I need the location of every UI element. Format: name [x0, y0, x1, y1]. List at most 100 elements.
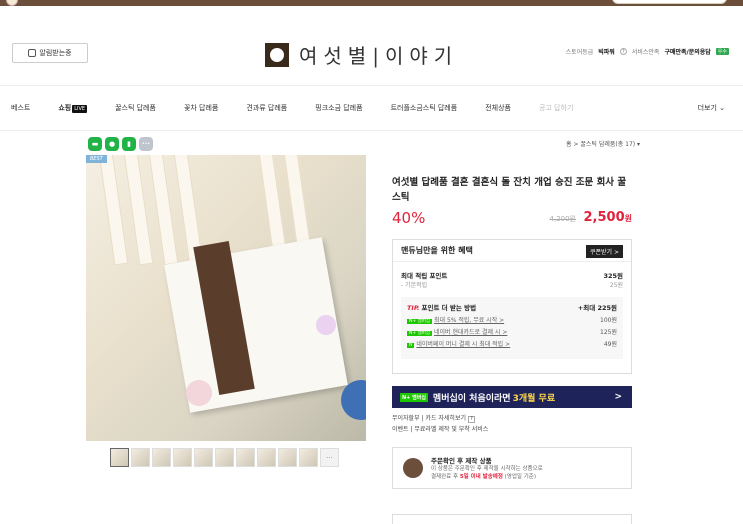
nav-item-all-products[interactable]: 전체상품: [485, 103, 511, 113]
breadcrumb[interactable]: 홈 > 꿀스틱 답례품(총 17) ▾: [566, 139, 640, 148]
more-share-icon[interactable]: ···: [139, 137, 153, 151]
npay-badge: N+ 멤버십: [407, 319, 432, 324]
made-to-order-title: 주문확인 후 제작 상품: [431, 457, 492, 465]
nav-item-nuts[interactable]: 견과류 답례품: [246, 103, 287, 113]
coupon-button[interactable]: 쿠폰받기 >: [585, 245, 623, 258]
thumbnail[interactable]: [215, 448, 234, 467]
nav-item-notice[interactable]: 공고 답하기: [539, 103, 573, 113]
discount-rate: 40%: [392, 209, 426, 227]
tip-line-link[interactable]: 네이버 현대카드로 결제 시 >: [434, 329, 507, 336]
thumbnail[interactable]: [236, 448, 255, 467]
blue-flower-image: [341, 380, 366, 420]
base-points-value: 25원: [609, 282, 623, 289]
thumbnail[interactable]: [299, 448, 318, 467]
desc2-after: (영업일 기준): [504, 474, 536, 480]
tip-label: 포인트 더 받는 방법: [421, 304, 477, 312]
product-info: 여섯별 답례품 결혼 결혼식 돌 잔치 개업 승진 조문 회사 꿀 스틱 40%…: [392, 175, 632, 489]
more-thumbnails-button[interactable]: ···: [320, 448, 339, 467]
store-grade-label: 스토어등급: [565, 49, 594, 56]
brand-name: 여섯별|이야기: [299, 44, 459, 68]
tip-line[interactable]: N+ 멤버십 최대 5% 적립, 무료 시작 > 100원: [407, 315, 617, 324]
npay-badge: N: [407, 343, 415, 348]
tip-line-link[interactable]: 네이버페이 머니 결제 시 최대 적립 >: [416, 341, 510, 348]
pencil-icon: [403, 458, 423, 478]
tip-line-value: 125원: [600, 329, 617, 336]
price-row: 40% 4,200원 2,500원: [392, 209, 632, 231]
next-section-box: [392, 514, 632, 524]
talk-share-icon[interactable]: ▬: [88, 137, 102, 151]
original-price: 4,200원: [549, 215, 576, 223]
pink-flower-image: [186, 380, 212, 406]
band-share-icon[interactable]: ●: [105, 137, 119, 151]
tip-line-value: 49원: [603, 341, 617, 348]
product-title: 여섯별 답례품 결혼 결혼식 돌 잔치 개업 승진 조문 회사 꿀 스틱: [392, 177, 627, 203]
sale-price-unit: 원: [624, 214, 632, 223]
share-buttons: ▬ ● ▮ ···: [88, 137, 153, 151]
tip-line[interactable]: N+ 멤버십 네이버 현대카드로 결제 시 > 125원: [407, 327, 617, 336]
base-points-label: - 기본적립: [401, 282, 428, 289]
desc2-highlight: 5일 이내 발송예정: [459, 474, 503, 480]
alarm-button[interactable]: 알림받는중: [12, 43, 88, 63]
sale-price-value: 2,500: [583, 210, 625, 225]
excellent-badge: 우수: [715, 48, 729, 55]
thumbnail[interactable]: [278, 448, 297, 467]
tip-box: TIP. 포인트 더 받는 방법 +최대 225원 N+ 멤버십 최대 5% 적립…: [401, 297, 623, 359]
bookmark-share-icon[interactable]: ▮: [122, 137, 136, 151]
nav-item-honey-stick[interactable]: 꿀스틱 답례품: [115, 103, 156, 113]
thumbnail[interactable]: [152, 448, 171, 467]
points-label: 최대 적립 포인트: [401, 272, 448, 280]
benefit-box: 맨듀님만을 위한 혜택 쿠폰받기 > 최대 적립 포인트 325원 - 기본적립…: [392, 239, 632, 374]
event-row: 이벤트 | 무료라벨 제작 및 부착 서비스: [392, 426, 489, 433]
product-main-image[interactable]: BEST: [86, 155, 366, 441]
tip-prefix: TIP.: [407, 304, 420, 312]
honey-stick-image: [97, 155, 129, 266]
best-badge: BEST: [86, 155, 107, 163]
contact-label: 구매만족/문의응답: [664, 49, 711, 56]
nav-item-shopping-label: 쇼핑: [58, 104, 72, 112]
made-to-order-desc1: 이 상품은 주문확인 후 제작을 시작하는 상품으로: [431, 466, 543, 472]
store-grade-info: 스토어등급 빅파워 ? 서비스만족 구매만족/문의응답 우수: [566, 47, 729, 56]
thumbnail[interactable]: [131, 448, 150, 467]
membership-banner[interactable]: N+ 멤버십 멤버십이 처음이라면 3개월 무료 >: [392, 386, 632, 408]
nav-more-button[interactable]: 더보기 ⌄: [698, 103, 725, 113]
installment-row[interactable]: 무이자할부 | 카드 자세히보기 ?: [392, 413, 632, 424]
thumbnail[interactable]: [194, 448, 213, 467]
thumbnail[interactable]: [110, 448, 129, 467]
tip-line-link[interactable]: 최대 5% 적립, 무료 시작 >: [434, 317, 504, 324]
chevron-right-icon: >: [614, 392, 622, 402]
membership-text: 멤버십이 처음이라면: [432, 393, 511, 404]
points-row: 최대 적립 포인트 325원: [393, 270, 631, 280]
points-value: 325원: [603, 272, 623, 280]
live-badge: LIVE: [72, 105, 88, 113]
nav-item-pink-salt[interactable]: 핑크소금 답례품: [315, 103, 362, 113]
help-icon[interactable]: ?: [619, 48, 627, 55]
bigpower-label: 빅파워: [598, 49, 615, 56]
made-to-order-notice: 주문확인 후 제작 상품 이 상품은 주문확인 후 제작을 시작하는 상품으로 …: [392, 447, 632, 489]
membership-badge: N+ 멤버십: [400, 392, 428, 402]
tip-title: TIP. 포인트 더 받는 방법: [407, 302, 476, 312]
base-points-row: - 기본적립 25원: [393, 280, 631, 289]
honey-stick-image: [122, 155, 154, 266]
service-label: 서비스만족: [631, 49, 660, 56]
help-icon[interactable]: ?: [467, 416, 475, 423]
sale-price: 2,500원: [584, 210, 633, 225]
top-search-input[interactable]: [612, 0, 727, 4]
tip-line-value: 100원: [600, 317, 617, 324]
alarm-label: 알림받는중: [39, 49, 72, 57]
store-brand[interactable]: 여섯별|이야기: [265, 40, 458, 69]
nav-item-shopping-live[interactable]: 쇼핑 LIVE: [58, 103, 88, 113]
installment-text: 무이자할부 | 카드 자세히보기: [392, 415, 466, 422]
made-to-order-desc2: 결제완료 후 5일 이내 발송예정 (영업일 기준): [431, 473, 543, 481]
thumbnail[interactable]: [257, 448, 276, 467]
nav-item-flower-tea[interactable]: 꽃차 답례품: [184, 103, 218, 113]
honey-stick-image: [147, 155, 179, 266]
thumbnail[interactable]: [173, 448, 192, 467]
membership-highlight: 3개월 무료: [512, 393, 556, 404]
store-header: 알림받는중 여섯별|이야기 스토어등급 빅파워 ? 서비스만족 구매만족/문의응…: [0, 6, 743, 86]
tip-line[interactable]: N 네이버페이 머니 결제 시 최대 적립 > 49원: [407, 339, 617, 348]
nav-item-truffle-salt[interactable]: 트러플소금스틱 답례품: [391, 103, 458, 113]
bell-icon: [28, 49, 37, 57]
nav-item-best[interactable]: 베스트: [11, 103, 30, 113]
tip-value: +최대 225원: [577, 304, 617, 312]
payment-info: 무이자할부 | 카드 자세히보기 ? 이벤트 | 무료라벨 제작 및 부착 서비…: [392, 413, 632, 435]
